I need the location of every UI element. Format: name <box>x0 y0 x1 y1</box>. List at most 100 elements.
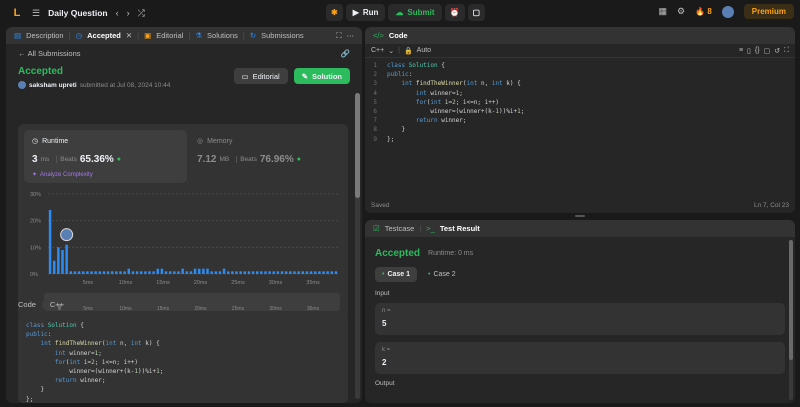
chart-bar[interactable] <box>73 271 77 274</box>
chart-bar[interactable] <box>94 271 97 274</box>
chart-bar[interactable] <box>152 271 155 274</box>
chart-bar[interactable] <box>69 271 73 274</box>
editorial-button[interactable]: ▭ Editorial <box>233 68 288 84</box>
chart-bar[interactable] <box>202 268 205 274</box>
chart-bar[interactable] <box>247 271 251 274</box>
bookmark-icon[interactable]: ▯ <box>747 47 751 55</box>
chart-bar[interactable] <box>313 271 317 274</box>
share-link-icon[interactable]: 🔗 <box>341 49 350 58</box>
chart-bar[interactable] <box>239 271 242 274</box>
chart-bar[interactable] <box>276 271 280 274</box>
next-problem-icon[interactable]: › <box>127 8 130 18</box>
tab-code[interactable]: Code <box>389 31 408 40</box>
chart-bar[interactable] <box>284 271 288 274</box>
chart-bar[interactable] <box>264 271 267 274</box>
chart-bar[interactable] <box>193 268 197 274</box>
chart-bar[interactable] <box>330 271 334 274</box>
chart-bar[interactable] <box>65 244 68 274</box>
chart-bar[interactable] <box>185 271 189 274</box>
tab-description[interactable]: Description <box>26 31 64 40</box>
daily-question-title[interactable]: Daily Question <box>48 8 108 18</box>
chart-bar[interactable] <box>177 271 180 274</box>
chart-bar[interactable] <box>115 271 118 274</box>
back-arrow-icon[interactable]: ← <box>18 49 26 58</box>
maximize-icon[interactable]: ⛶ <box>336 31 341 41</box>
avatar[interactable] <box>721 5 734 18</box>
test-scrollbar[interactable] <box>789 240 793 400</box>
streak-counter[interactable]: 🔥 8 <box>695 7 712 16</box>
chart-bar[interactable] <box>102 271 106 274</box>
tab-editorial[interactable]: Editorial <box>156 31 183 40</box>
chart-bar[interactable] <box>86 271 89 274</box>
prev-problem-icon[interactable]: ‹ <box>116 8 119 18</box>
chart-bar[interactable] <box>144 271 147 274</box>
chart-bar[interactable] <box>268 271 271 274</box>
code-editor[interactable]: 1 2 3 4 5 6 7 8 9 class Solution { publi… <box>365 61 524 144</box>
editor-code[interactable]: class Solution { public: int findTheWinn… <box>383 61 524 144</box>
panel-resize-handle[interactable] <box>575 215 585 217</box>
layout-grid-icon[interactable]: ▦ <box>659 6 668 17</box>
chart-bar[interactable] <box>81 271 85 274</box>
shuffle-icon[interactable]: ⤮ <box>138 8 145 19</box>
left-scrollbar-thumb[interactable] <box>355 93 360 198</box>
chart-bar[interactable] <box>135 271 139 274</box>
chart-bar[interactable] <box>318 271 321 274</box>
run-button[interactable]: ▶ Run <box>345 4 386 21</box>
chart-bar[interactable] <box>173 271 176 274</box>
test-scrollbar-thumb[interactable] <box>789 240 793 360</box>
username[interactable]: saksham upreti <box>29 82 77 89</box>
leetcode-logo-icon[interactable]: L <box>10 6 24 20</box>
chart-bar[interactable] <box>57 247 60 274</box>
chart-bar[interactable] <box>206 268 209 274</box>
case-2-tab[interactable]: • Case 2 <box>421 267 463 282</box>
chart-bar[interactable] <box>131 271 135 274</box>
chart-bar[interactable] <box>289 271 292 274</box>
chart-bar[interactable] <box>77 271 81 274</box>
chart-bar[interactable] <box>297 271 300 274</box>
close-tab-icon[interactable]: ✕ <box>126 31 132 40</box>
left-scrollbar[interactable] <box>355 93 360 399</box>
auto-mode[interactable]: Auto <box>417 47 431 54</box>
chart-bar[interactable] <box>119 271 122 274</box>
chart-bar[interactable] <box>322 271 325 274</box>
tab-accepted[interactable]: Accepted <box>87 31 121 40</box>
chart-bar[interactable] <box>160 268 164 274</box>
chart-bar[interactable] <box>334 271 338 274</box>
chart-bar[interactable] <box>48 210 52 274</box>
premium-button[interactable]: Premium <box>743 4 794 19</box>
chart-bar[interactable] <box>189 271 193 274</box>
solution-button[interactable]: ✎ Solution <box>293 68 350 84</box>
chart-bar[interactable] <box>231 271 234 274</box>
chart-bar[interactable] <box>90 271 93 274</box>
chart-bar[interactable] <box>301 271 305 274</box>
language-select[interactable]: C++ <box>371 47 384 54</box>
chart-bar[interactable] <box>235 271 238 274</box>
chart-bar[interactable] <box>243 271 247 274</box>
chart-bar[interactable] <box>305 271 309 274</box>
more-icon[interactable]: ⋯ <box>347 31 355 40</box>
tab-solutions[interactable]: Solutions <box>207 31 238 40</box>
chart-bar[interactable] <box>110 271 114 274</box>
chart-bar[interactable] <box>123 271 126 274</box>
chart-bar[interactable] <box>210 271 213 274</box>
chart-bar[interactable] <box>293 271 296 274</box>
runtime-distribution-chart[interactable]: 30% 20% 10% 0% 5ms 10ms 15ms 20ms 25ms 30ms 35ms 5m… <box>18 124 348 320</box>
chart-bar[interactable] <box>214 271 218 274</box>
notes-button[interactable]: ▢ <box>467 4 486 21</box>
chart-bar[interactable] <box>222 268 226 274</box>
chart-bar[interactable] <box>309 271 313 274</box>
case-1-tab[interactable]: • Case 1 <box>375 267 418 282</box>
chart-bar[interactable] <box>164 271 168 274</box>
all-submissions-link[interactable]: All Submissions <box>28 49 81 58</box>
brackets-icon[interactable]: ▢ <box>764 47 771 55</box>
chart-bar[interactable] <box>127 268 131 274</box>
debug-button[interactable]: ✱ <box>326 4 343 21</box>
chart-bar[interactable] <box>218 271 222 274</box>
chart-bar[interactable] <box>148 271 151 274</box>
chart-bar[interactable] <box>260 271 263 274</box>
timer-button[interactable]: ⏰ <box>444 4 465 21</box>
chart-bar[interactable] <box>52 260 56 274</box>
tab-testcase[interactable]: Testcase <box>385 224 415 233</box>
settings-gear-icon[interactable]: ⚙ <box>677 6 685 17</box>
chart-bar[interactable] <box>139 271 143 274</box>
